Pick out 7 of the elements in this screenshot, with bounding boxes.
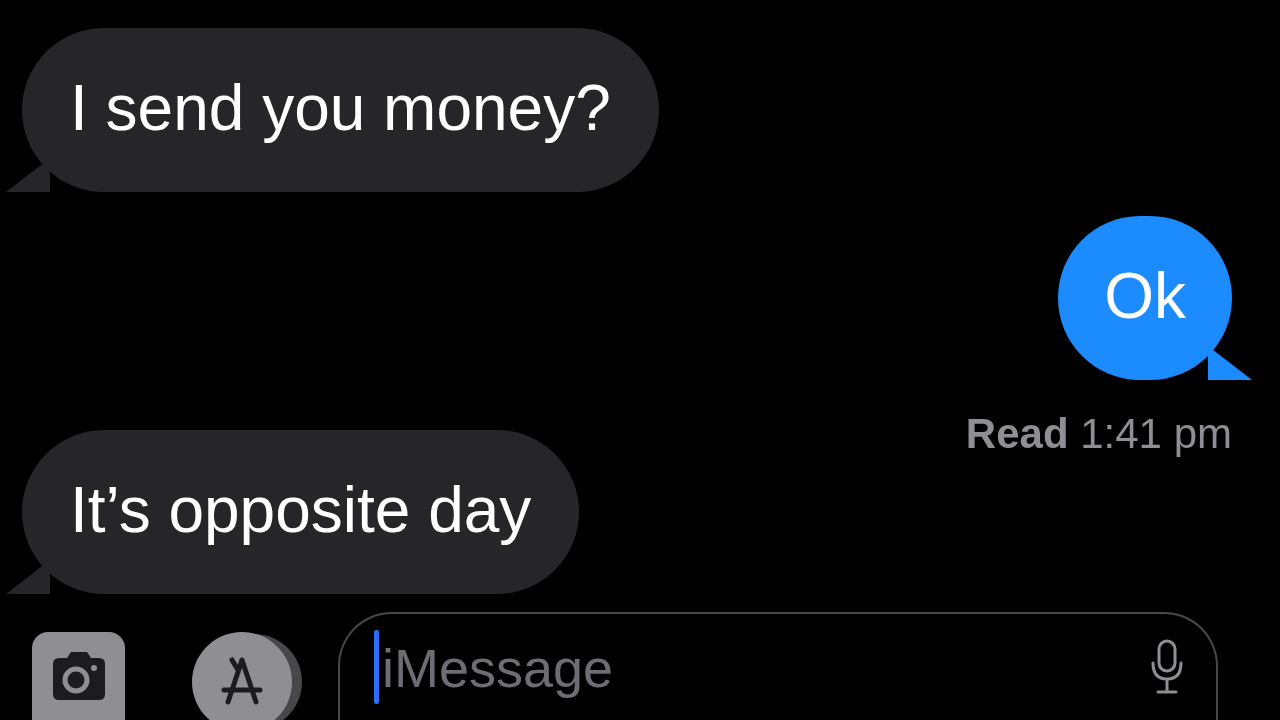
read-receipt: Read 1:41 pm (965, 410, 1232, 458)
message-bubble: I send you money? (6, 28, 659, 192)
message-field[interactable]: iMessage (338, 612, 1218, 720)
message-bubble: Ok (1058, 216, 1252, 380)
message-bubble: It’s opposite day (6, 430, 580, 594)
camera-button[interactable] (32, 632, 125, 720)
microphone-icon[interactable] (1150, 639, 1184, 695)
